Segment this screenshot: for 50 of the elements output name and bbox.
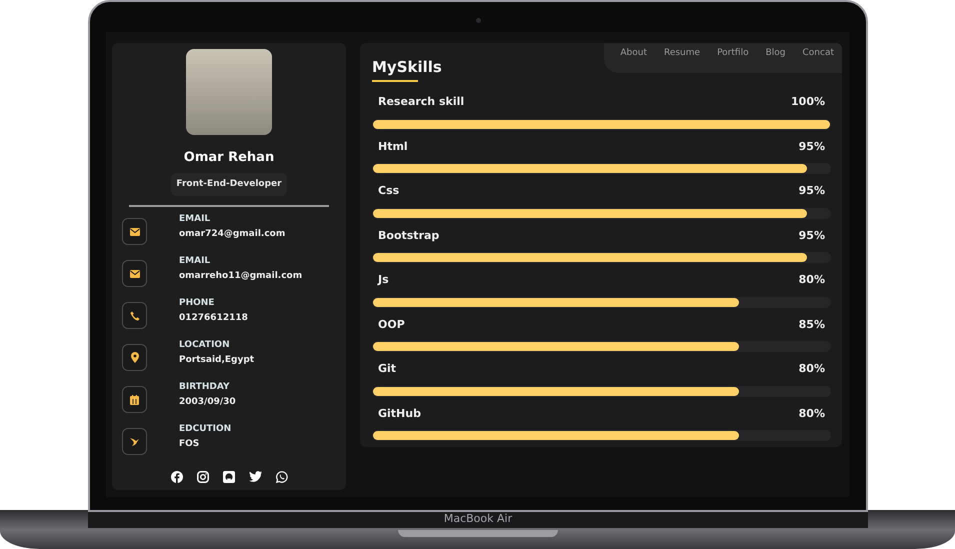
nav-link[interactable]: Concat — [802, 47, 834, 61]
nav-link[interactable]: Portfilo — [717, 47, 749, 61]
title-underline — [372, 80, 418, 82]
skill-name: Js — [378, 272, 389, 288]
contact-value: 01276612118 — [179, 312, 248, 325]
skill-name: Git — [378, 361, 396, 377]
contact-label: EDCUTION — [179, 423, 232, 435]
skill-percent: 95% — [798, 138, 825, 154]
skill-percent: 85% — [798, 316, 825, 332]
model-label: MacBook Air — [444, 510, 512, 527]
github-icon[interactable] — [222, 471, 234, 483]
skill-percent: 80% — [798, 272, 825, 288]
calendar-icon — [130, 394, 139, 404]
skill-name: Research skill — [378, 94, 464, 110]
twitter-icon[interactable] — [248, 471, 262, 483]
role-tag: Front-End-Developer — [171, 172, 287, 196]
contact-label: EMAIL — [179, 213, 212, 225]
skill-name: Html — [378, 138, 408, 154]
map-pin-icon — [130, 352, 138, 363]
envelope-icon — [130, 228, 140, 236]
envelope-icon — [130, 270, 140, 278]
nav-link[interactable]: Blog — [766, 47, 786, 61]
skill-percent: 100% — [791, 94, 825, 110]
skill-name: Bootstrap — [378, 228, 440, 244]
contact-value: 2003/09/30 — [179, 396, 236, 409]
skill-percent: 80% — [798, 406, 825, 422]
contact-value: Portsaid,Egypt — [179, 354, 254, 367]
phone-icon — [130, 310, 140, 320]
contact-label: PHONE — [179, 297, 216, 309]
nav-link[interactable]: Resume — [664, 47, 700, 61]
camera-icon — [476, 18, 481, 23]
contact-label: BIRTHDAY — [179, 381, 230, 393]
instagram-icon[interactable] — [196, 471, 208, 483]
profile-name: Omar Rehan — [184, 149, 274, 167]
bird-icon — [130, 437, 140, 446]
contact-label: LOCATION — [179, 339, 231, 351]
nav-link[interactable]: About — [620, 47, 647, 61]
contact-value: omar724@gmail.com — [179, 228, 286, 241]
skill-name: GitHub — [378, 406, 421, 422]
skill-percent: 95% — [798, 228, 825, 244]
contact-value: FOS — [179, 438, 200, 451]
contact-value: omarreho11@gmail.com — [179, 270, 302, 283]
skill-percent: 80% — [798, 361, 825, 377]
skill-name: OOP — [378, 316, 405, 332]
whatsapp-icon[interactable] — [276, 471, 288, 483]
facebook-icon[interactable] — [170, 471, 182, 483]
section-title: MySkills — [372, 57, 442, 78]
skill-name: Css — [378, 183, 400, 199]
skill-percent: 95% — [798, 183, 825, 199]
contact-label: EMAIL — [179, 255, 212, 267]
